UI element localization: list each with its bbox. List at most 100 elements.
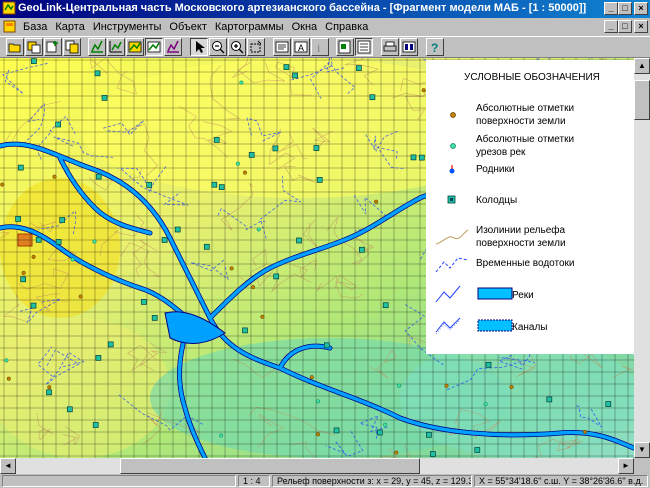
window-title: GeoLink-Центральная часть Московского ар… (18, 2, 587, 14)
well-marker (20, 276, 27, 283)
well-marker (376, 429, 383, 436)
document-icon[interactable] (3, 20, 16, 33)
legend-item-wells: Колодцы (476, 195, 518, 206)
scroll-left-button[interactable]: ◄ (0, 458, 16, 474)
surface-elevation-marker (251, 285, 256, 290)
app-icon[interactable] (2, 1, 16, 15)
well-marker (382, 302, 389, 309)
well-marker (323, 342, 330, 349)
horizontal-scrollbar[interactable]: ◄ ► (0, 458, 634, 474)
legend-button[interactable] (355, 38, 373, 56)
surface-elevation-marker (444, 383, 449, 388)
print-button[interactable] (381, 38, 399, 56)
well-marker (313, 145, 320, 151)
well-marker (242, 327, 248, 334)
identify-button[interactable]: i (311, 38, 329, 56)
print-preview-icon (402, 41, 416, 53)
well-marker (430, 451, 436, 457)
menu-help[interactable]: Справка (321, 21, 372, 33)
menu-map[interactable]: Карта (51, 21, 88, 33)
well-marker (410, 154, 417, 161)
well-marker (66, 406, 73, 413)
mdi-close-button[interactable]: × (634, 20, 648, 33)
horizontal-scroll-thumb[interactable] (120, 458, 420, 474)
layers-button[interactable] (25, 38, 43, 56)
well-marker (418, 154, 425, 161)
legend-item-springs: Родники (476, 164, 515, 175)
well-marker (426, 431, 432, 438)
chart-button-1[interactable] (88, 38, 106, 56)
well-marker (95, 173, 102, 180)
well-marker (141, 299, 147, 305)
surface-elevation-marker (309, 375, 314, 380)
chart-button-3[interactable] (126, 38, 144, 56)
svg-text:i: i (317, 41, 321, 55)
river-level-marker (239, 80, 244, 85)
river-level-marker (4, 358, 9, 363)
zoom-out-icon (212, 41, 225, 54)
print-preview-button[interactable] (400, 38, 418, 56)
mdi-restore-button[interactable]: □ (618, 20, 632, 33)
surface-elevation-marker (421, 88, 426, 93)
scroll-corner (634, 458, 650, 474)
print-icon (383, 41, 397, 52)
spring-icon (449, 165, 455, 174)
legend-panel: УСЛОВНЫЕ ОБОЗНАЧЕНИЯ Абсолютные отметки п… (426, 60, 634, 354)
chart-button-2[interactable] (107, 38, 125, 56)
river-level-marker (383, 422, 388, 427)
well-marker (92, 422, 99, 428)
open-button[interactable] (6, 38, 24, 56)
menu-base[interactable]: База (19, 21, 51, 33)
minimize-button[interactable]: _ (604, 2, 618, 15)
menu-cartograms[interactable]: Картограммы (211, 21, 288, 33)
menu-tools[interactable]: Инструменты (89, 21, 166, 33)
scroll-up-button[interactable]: ▲ (634, 58, 650, 74)
zoom-rect-button[interactable] (247, 38, 265, 56)
legend-item-rivers: Реки (512, 290, 534, 301)
chart-button-4[interactable] (145, 38, 163, 56)
canal-icon (435, 317, 513, 335)
well-marker (248, 152, 255, 158)
surface-elevation-marker (242, 170, 248, 175)
pointer-button[interactable] (190, 38, 208, 56)
river-level-marker (396, 383, 402, 388)
scroll-down-button[interactable]: ▼ (634, 442, 650, 458)
well-marker (55, 121, 61, 128)
zoom-out-button[interactable] (209, 38, 227, 56)
svg-text:A: A (298, 43, 304, 53)
query-button[interactable]: A (292, 38, 310, 56)
chart-icon-1 (91, 40, 103, 53)
temporary-stream-icon (435, 257, 469, 273)
add-layer-button[interactable] (44, 38, 62, 56)
select-button[interactable] (336, 38, 354, 56)
copy-button[interactable] (63, 38, 81, 56)
vertical-scrollbar[interactable]: ▲ ▼ (634, 58, 650, 458)
vertical-scroll-thumb[interactable] (634, 80, 650, 120)
menu-object[interactable]: Объект (165, 21, 210, 33)
maximize-button[interactable]: □ (618, 2, 632, 15)
chart-button-5[interactable] (164, 38, 182, 56)
zoom-in-button[interactable] (228, 38, 246, 56)
status-relief: Рельеф поверхности з: x = 29, y = 45, z … (272, 475, 472, 487)
zoom-rect-icon (250, 40, 262, 53)
legend-item-surface: Абсолютные отметки поверхности земли (476, 103, 575, 127)
scroll-right-button[interactable]: ► (618, 458, 634, 474)
close-button[interactable]: × (634, 2, 648, 15)
river-level-icon (450, 143, 456, 149)
surface-elevation-marker (78, 294, 83, 299)
identify-icon: i (317, 41, 321, 55)
legend-title: УСЛОВНЫЕ ОБОЗНАЧЕНИЯ (464, 72, 600, 83)
river-level-marker (70, 257, 75, 262)
surface-elevation-marker (21, 270, 26, 275)
well-marker (296, 237, 302, 244)
help-button[interactable]: ? (426, 38, 444, 56)
menu-windows[interactable]: Окна (288, 21, 322, 33)
chart-icon-5 (167, 40, 179, 53)
surface-elevation-marker (583, 429, 588, 434)
copy-icon (65, 40, 79, 54)
mdi-minimize-button[interactable]: _ (604, 20, 618, 33)
well-marker (30, 302, 37, 309)
info-button[interactable] (273, 38, 291, 56)
status-empty (2, 475, 236, 487)
well-marker (101, 95, 108, 101)
